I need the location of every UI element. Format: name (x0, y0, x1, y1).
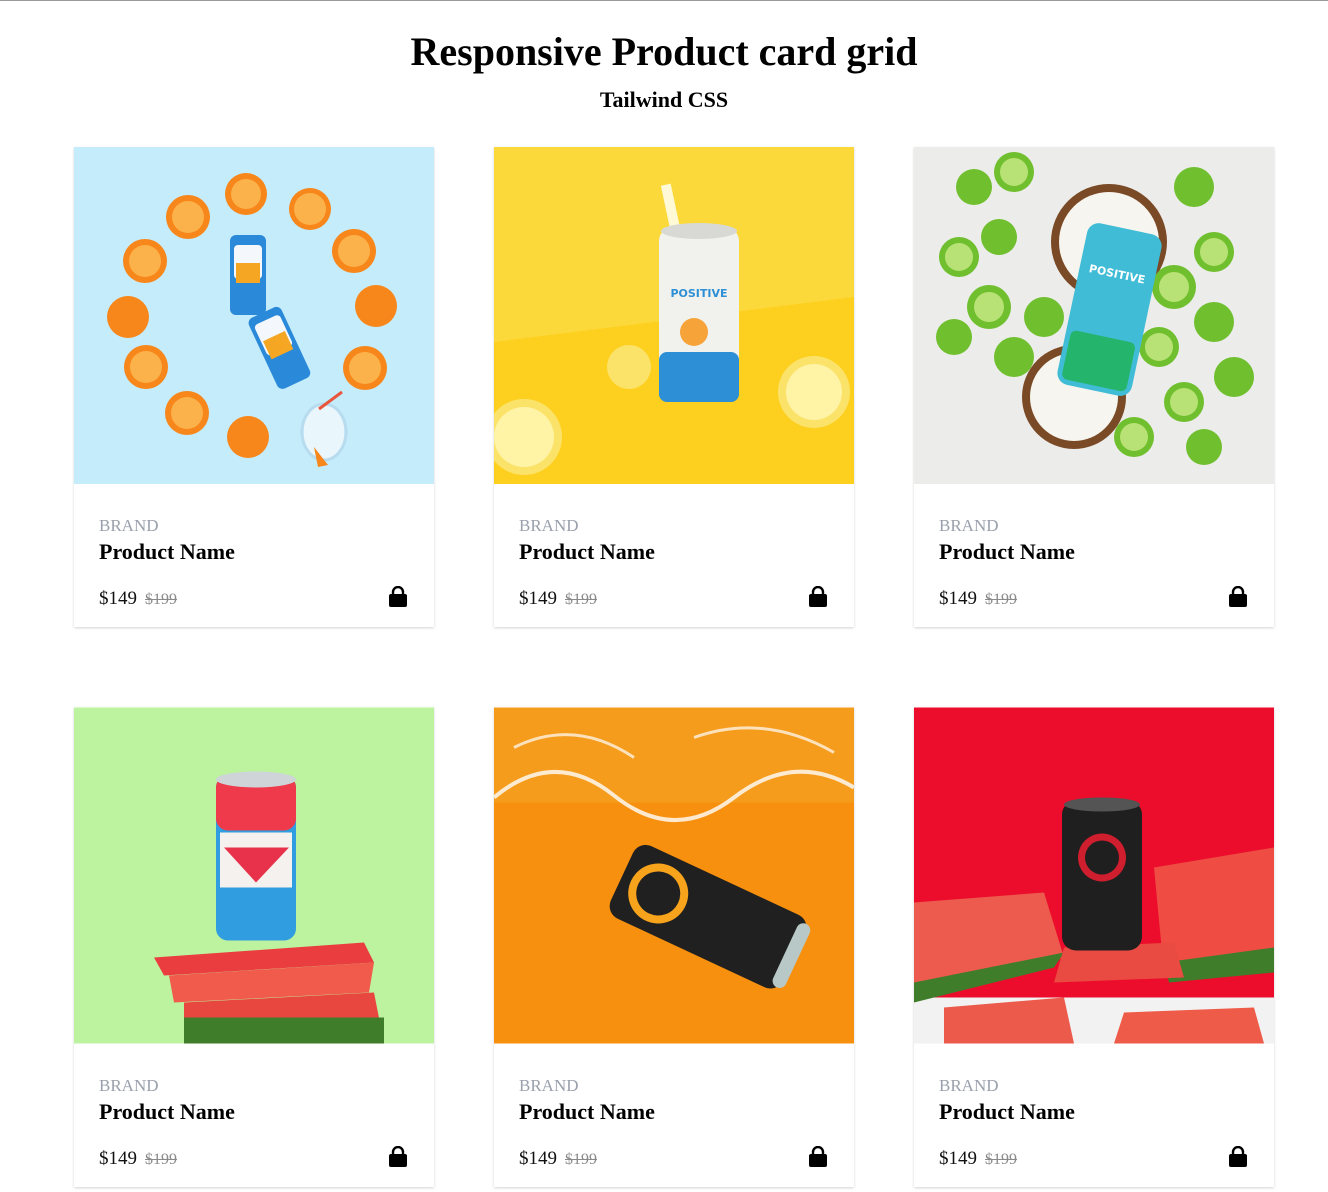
product-old-price: $199 (565, 1151, 597, 1168)
product-image[interactable]: POSITIVE (914, 147, 1274, 484)
shopping-bag-icon[interactable] (1228, 1146, 1248, 1168)
product-brand: Brand (519, 1076, 579, 1095)
product-image[interactable]: POSITIVE (494, 147, 854, 484)
product-name[interactable]: Product Name (939, 539, 1075, 565)
product-old-price: $199 (145, 591, 177, 608)
product-name[interactable]: Product Name (939, 1099, 1075, 1125)
svg-text:POSITIVE: POSITIVE (670, 287, 727, 300)
price-row: $149 $199 (519, 1148, 597, 1171)
top-border (0, 0, 1328, 1)
product-price: $149 (99, 1148, 137, 1169)
product-image[interactable] (74, 707, 434, 1044)
product-price: $149 (939, 1148, 977, 1169)
product-image[interactable] (494, 707, 854, 1044)
product-card[interactable]: Brand Product Name $149 $199 (74, 147, 434, 627)
shopping-bag-icon[interactable] (808, 586, 828, 608)
shopping-bag-icon[interactable] (1228, 586, 1248, 608)
product-card[interactable]: POSITIVE Brand Product Name $149 $199 (914, 147, 1274, 627)
product-price: $149 (519, 588, 557, 609)
product-brand: Brand (939, 516, 999, 535)
product-price: $149 (939, 588, 977, 609)
product-name[interactable]: Product Name (519, 539, 655, 565)
product-card[interactable]: Brand Product Name $149 $199 (494, 707, 854, 1187)
product-old-price: $199 (565, 591, 597, 608)
product-old-price: $199 (145, 1151, 177, 1168)
price-row: $149 $199 (99, 1148, 177, 1171)
product-image[interactable] (74, 147, 434, 484)
shopping-bag-icon[interactable] (808, 1146, 828, 1168)
product-brand: Brand (519, 516, 579, 535)
product-card[interactable]: POSITIVE Brand Product Name $149 $199 (494, 147, 854, 627)
product-brand: Brand (99, 1076, 159, 1095)
page-subtitle: Tailwind CSS (599, 87, 729, 112)
product-name[interactable]: Product Name (519, 1099, 655, 1125)
product-old-price: $199 (985, 591, 1017, 608)
product-old-price: $199 (985, 1151, 1017, 1168)
price-row: $149 $199 (939, 1148, 1017, 1171)
product-price: $149 (519, 1148, 557, 1169)
product-card[interactable]: Brand Product Name $149 $199 (74, 707, 434, 1187)
price-row: $149 $199 (939, 588, 1017, 611)
price-row: $149 $199 (99, 588, 177, 611)
product-name[interactable]: Product Name (99, 1099, 235, 1125)
price-row: $149 $199 (519, 588, 597, 611)
product-brand: Brand (99, 516, 159, 535)
product-name[interactable]: Product Name (99, 539, 235, 565)
product-card[interactable]: Brand Product Name $149 $199 (914, 707, 1274, 1187)
product-brand: Brand (939, 1076, 999, 1095)
shopping-bag-icon[interactable] (388, 586, 408, 608)
page-title: Responsive Product card grid (410, 29, 918, 74)
product-image[interactable] (914, 707, 1274, 1044)
shopping-bag-icon[interactable] (388, 1146, 408, 1168)
product-price: $149 (99, 588, 137, 609)
